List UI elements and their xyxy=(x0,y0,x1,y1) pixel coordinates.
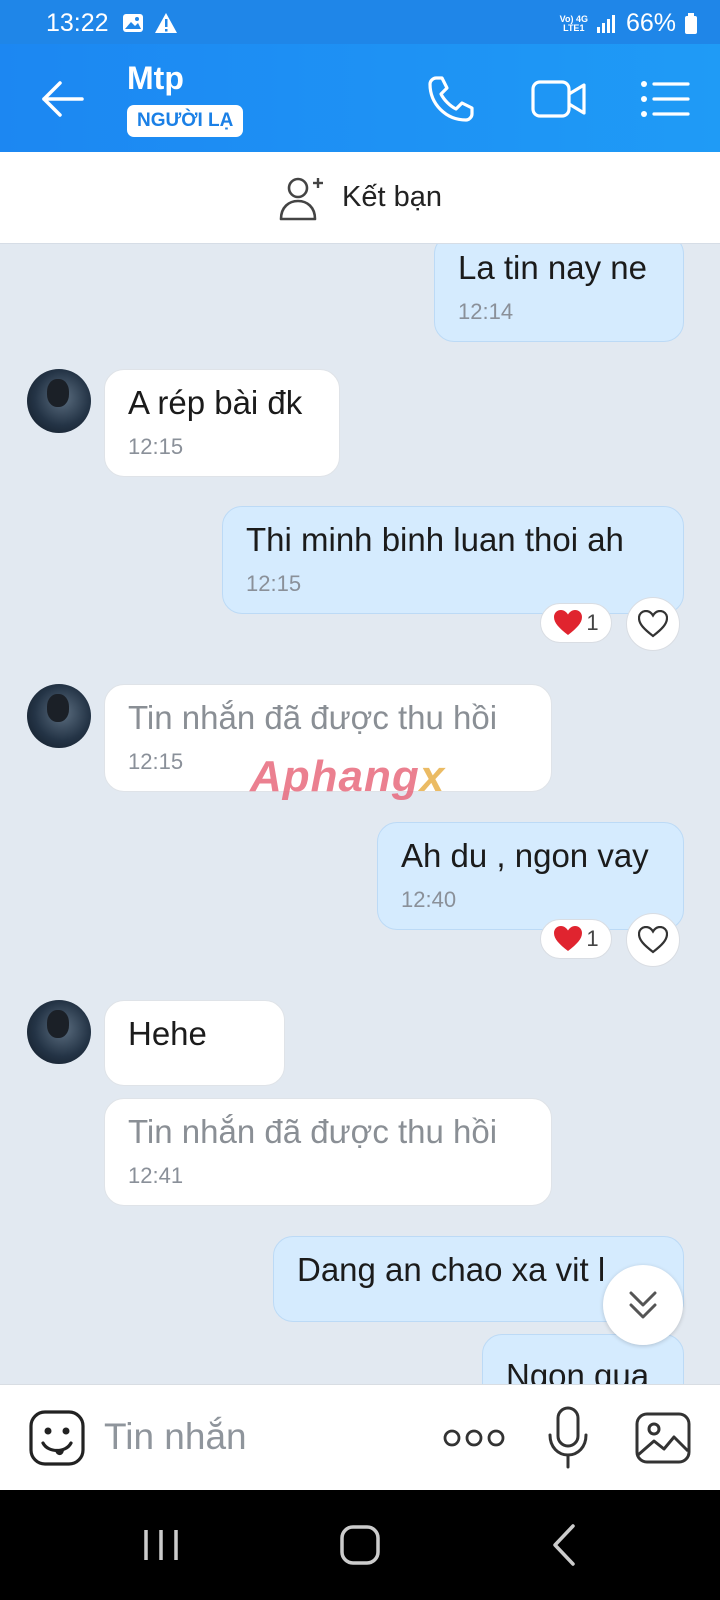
gallery-notification-icon xyxy=(123,14,143,32)
message-bubble-received[interactable]: Hehe xyxy=(104,1000,285,1086)
add-friend-bar[interactable]: Kết bạn xyxy=(0,152,720,244)
message-input-bar xyxy=(0,1384,720,1490)
recents-icon xyxy=(144,1530,178,1560)
send-image-button[interactable] xyxy=(634,1409,692,1467)
reaction-count: 1 xyxy=(586,926,599,951)
add-friend-label: Kết bạn xyxy=(342,181,442,213)
phone-icon xyxy=(428,76,474,122)
contact-avatar[interactable] xyxy=(27,1000,91,1064)
more-options-button[interactable] xyxy=(442,1423,506,1453)
home-icon xyxy=(340,1525,380,1565)
message-text: A rép bài đk xyxy=(128,384,303,421)
network-indicator: Vo) 4G LTE1 xyxy=(559,13,588,33)
reaction-summary[interactable]: 1 xyxy=(540,603,612,643)
image-icon xyxy=(635,1412,691,1464)
stranger-badge: NGƯỜI LẠ xyxy=(127,105,244,137)
message-bubble-sent[interactable]: La tin nay ne 12:14 xyxy=(434,244,684,342)
react-heart-button[interactable] xyxy=(626,597,680,651)
back-button[interactable] xyxy=(38,74,88,124)
chat-header: Mtp NGƯỜI LẠ xyxy=(0,44,720,152)
reaction-count: 1 xyxy=(586,610,599,635)
message-bubble-sent[interactable]: Thi minh binh luan thoi ah 12:15 xyxy=(222,506,684,614)
react-heart-button[interactable] xyxy=(626,913,680,967)
warning-icon xyxy=(155,13,177,33)
video-call-button[interactable] xyxy=(530,72,586,126)
system-back-button[interactable] xyxy=(540,1520,590,1570)
add-friend-icon xyxy=(279,177,323,220)
status-time: 13:22 xyxy=(46,9,109,37)
more-dots-icon xyxy=(443,1429,505,1447)
status-bar: 13:22 Vo) 4G LTE1 66% xyxy=(0,0,720,44)
watermark-logo: Aphangx xyxy=(250,752,446,801)
recalled-message-text: Tin nhắn đã được thu hồi xyxy=(128,1113,498,1150)
heart-outline-icon xyxy=(638,926,668,954)
double-chevron-down-icon xyxy=(629,1291,657,1319)
options-menu-button[interactable] xyxy=(638,72,692,126)
message-bubble-sent[interactable]: Ah du , ngon vay 12:40 xyxy=(377,822,684,930)
battery-percent: 66% xyxy=(625,9,676,37)
message-text: La tin nay ne xyxy=(458,249,647,286)
recents-button[interactable] xyxy=(136,1520,186,1570)
message-text: Thi minh binh luan thoi ah xyxy=(246,521,624,558)
home-button[interactable] xyxy=(335,1520,385,1570)
contact-avatar[interactable] xyxy=(27,369,91,433)
red-heart-icon xyxy=(554,610,583,635)
message-list[interactable]: La tin nay ne 12:14 A rép bài đk 12:15 T… xyxy=(0,244,720,1384)
emoji-icon xyxy=(29,1410,85,1466)
message-time: 12:40 xyxy=(401,887,457,912)
message-text: Hehe xyxy=(128,1015,207,1052)
voice-message-button[interactable] xyxy=(546,1405,590,1471)
message-bubble-received[interactable]: A rép bài đk 12:15 xyxy=(104,369,340,477)
reaction-summary[interactable]: 1 xyxy=(540,919,612,959)
scroll-to-bottom-button[interactable] xyxy=(603,1265,683,1345)
red-heart-icon xyxy=(554,926,583,951)
message-text: Dang an chao xa vit l xyxy=(297,1251,606,1288)
recalled-message-text: Tin nhắn đã được thu hồi xyxy=(128,699,498,736)
message-text: Ngon qua xyxy=(506,1357,650,1384)
emoji-button[interactable] xyxy=(28,1409,86,1467)
system-navigation-bar xyxy=(0,1490,720,1600)
message-time: 12:14 xyxy=(458,299,514,324)
back-icon xyxy=(553,1524,575,1566)
message-text: Ah du , ngon vay xyxy=(401,837,649,874)
signal-icon xyxy=(596,14,615,33)
list-menu-icon xyxy=(641,81,690,117)
microphone-icon xyxy=(548,1406,588,1469)
message-time: 12:15 xyxy=(128,434,184,459)
message-input[interactable] xyxy=(104,1407,404,1467)
message-bubble-received[interactable]: Tin nhắn đã được thu hồi 12:41 xyxy=(104,1098,552,1206)
heart-outline-icon xyxy=(638,610,668,638)
voice-call-button[interactable] xyxy=(424,72,478,126)
message-time: 12:15 xyxy=(246,571,302,596)
video-camera-icon xyxy=(531,80,586,118)
message-time: 12:41 xyxy=(128,1163,184,1188)
contact-avatar[interactable] xyxy=(27,684,91,748)
contact-name[interactable]: Mtp xyxy=(127,60,184,97)
back-arrow-icon xyxy=(42,81,84,117)
battery-icon xyxy=(685,12,697,34)
